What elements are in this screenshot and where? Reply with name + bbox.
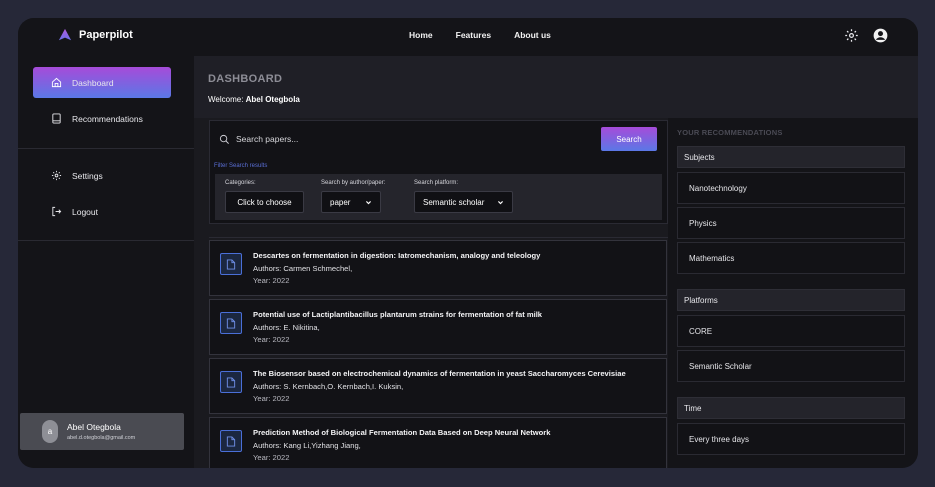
app-window: Paperpilot Home Features About us Dashbo…: [18, 18, 918, 468]
recommendations-title: YOUR RECOMMENDATIONS: [677, 128, 783, 137]
result-year: Year: 2022: [253, 276, 290, 285]
result-year: Year: 2022: [253, 453, 290, 462]
platforms-header: Platforms: [677, 289, 905, 311]
platform-filter: Search platform: Semantic scholar: [414, 180, 513, 213]
main-nav: Home Features About us: [409, 30, 551, 40]
top-actions: [844, 28, 888, 43]
book-icon: [52, 113, 61, 124]
result-title[interactable]: Prediction Method of Biological Fermenta…: [253, 428, 550, 437]
results-list: Descartes on fermentation in digestion: …: [209, 237, 668, 468]
subject-item[interactable]: Nanotechnology: [677, 172, 905, 204]
platform-select[interactable]: Semantic scholar: [414, 191, 513, 213]
search-input[interactable]: [236, 128, 596, 150]
gear-icon: [51, 170, 62, 181]
nav-home[interactable]: Home: [409, 30, 433, 40]
sidebar-item-logout[interactable]: Logout: [33, 196, 171, 227]
list-item[interactable]: Prediction Method of Biological Fermenta…: [209, 417, 667, 468]
brand-name: Paperpilot: [79, 29, 133, 41]
sidebar-item-label: Logout: [72, 206, 98, 217]
time-header: Time: [677, 397, 905, 419]
result-authors: Authors: E. Nikitina,: [253, 323, 320, 332]
welcome-prefix: Welcome:: [208, 95, 246, 104]
platform-item[interactable]: CORE: [677, 315, 905, 347]
brand-logo[interactable]: Paperpilot: [58, 28, 133, 42]
list-item[interactable]: Descartes on fermentation in digestion: …: [209, 240, 667, 296]
user-name: Abel Otegbola: [67, 422, 121, 432]
sidebar-item-label: Recommendations: [72, 113, 143, 124]
nav-about[interactable]: About us: [514, 30, 551, 40]
search-by-filter: Search by author/paper: paper: [321, 180, 385, 213]
search-by-select[interactable]: paper: [321, 191, 381, 213]
home-icon: [51, 77, 62, 88]
search-by-label: Search by author/paper:: [321, 180, 386, 186]
document-icon: [220, 371, 242, 393]
filter-results-link[interactable]: Filter Search results: [214, 163, 267, 169]
document-icon: [220, 253, 242, 275]
welcome-name: Abel Otegbola: [245, 95, 300, 104]
sidebar: Dashboard Recommendations Settings Logou…: [18, 56, 194, 468]
nav-features[interactable]: Features: [456, 30, 491, 40]
sidebar-item-dashboard[interactable]: Dashboard: [33, 67, 171, 98]
avatar: a: [42, 420, 58, 443]
result-title[interactable]: The Biosensor based on electrochemical d…: [253, 369, 626, 378]
list-item[interactable]: The Biosensor based on electrochemical d…: [209, 358, 667, 414]
page-title: DASHBOARD: [208, 73, 283, 85]
sidebar-item-settings[interactable]: Settings: [33, 160, 171, 191]
document-icon: [220, 430, 242, 452]
sidebar-item-label: Dashboard: [72, 77, 114, 88]
user-email: abel.d.otegbola@gmail.com: [67, 435, 136, 441]
filter-box: Categories: Click to choose Search by au…: [215, 174, 662, 220]
categories-label: Categories:: [225, 180, 256, 186]
result-authors: Authors: Kang Li,Yizhang Jiang,: [253, 441, 361, 450]
platform-label: Search platform:: [414, 180, 459, 186]
subjects-header: Subjects: [677, 146, 905, 168]
gear-icon[interactable]: [844, 28, 859, 43]
categories-filter: Categories: Click to choose: [225, 180, 304, 213]
result-title[interactable]: Descartes on fermentation in digestion: …: [253, 251, 540, 260]
welcome-text: Welcome: Abel Otegbola: [208, 95, 300, 104]
result-year: Year: 2022: [253, 394, 290, 403]
subject-item[interactable]: Physics: [677, 207, 905, 239]
result-title[interactable]: Potential use of Lactiplantibacillus pla…: [253, 310, 542, 319]
result-authors: Authors: S. Kernbach,O. Kernbach,I. Kuks…: [253, 382, 404, 391]
result-authors: Authors: Carmen Schmechel,: [253, 264, 353, 273]
paper-plane-icon: [58, 28, 72, 41]
search-panel: Search Filter Search results Categories:…: [209, 120, 668, 224]
user-card[interactable]: a Abel Otegbola abel.d.otegbola@gmail.co…: [20, 413, 184, 450]
sidebar-item-recommendations[interactable]: Recommendations: [33, 103, 171, 134]
search-icon: [219, 134, 229, 144]
sidebar-item-label: Settings: [72, 170, 103, 181]
categories-button[interactable]: Click to choose: [225, 191, 304, 213]
chevron-down-icon: [498, 200, 503, 204]
document-icon: [220, 312, 242, 334]
dashboard-header: DASHBOARD Welcome: Abel Otegbola: [194, 56, 918, 118]
time-item[interactable]: Every three days: [677, 423, 905, 455]
platform-item[interactable]: Semantic Scholar: [677, 350, 905, 382]
categories-value: Click to choose: [237, 197, 292, 207]
sidebar-divider: [18, 240, 194, 241]
logout-icon: [52, 206, 62, 217]
chevron-down-icon: [366, 200, 371, 204]
user-account-icon[interactable]: [873, 28, 888, 43]
recommendations-panel: YOUR RECOMMENDATIONS Subjects Nanotechno…: [668, 118, 918, 468]
top-bar: Paperpilot Home Features About us: [18, 18, 918, 56]
platform-value: Semantic scholar: [423, 197, 485, 207]
search-button[interactable]: Search: [601, 127, 657, 151]
result-year: Year: 2022: [253, 335, 290, 344]
search-by-value: paper: [330, 197, 351, 207]
sidebar-divider: [18, 148, 194, 149]
subject-item[interactable]: Mathematics: [677, 242, 905, 274]
list-item[interactable]: Potential use of Lactiplantibacillus pla…: [209, 299, 667, 355]
